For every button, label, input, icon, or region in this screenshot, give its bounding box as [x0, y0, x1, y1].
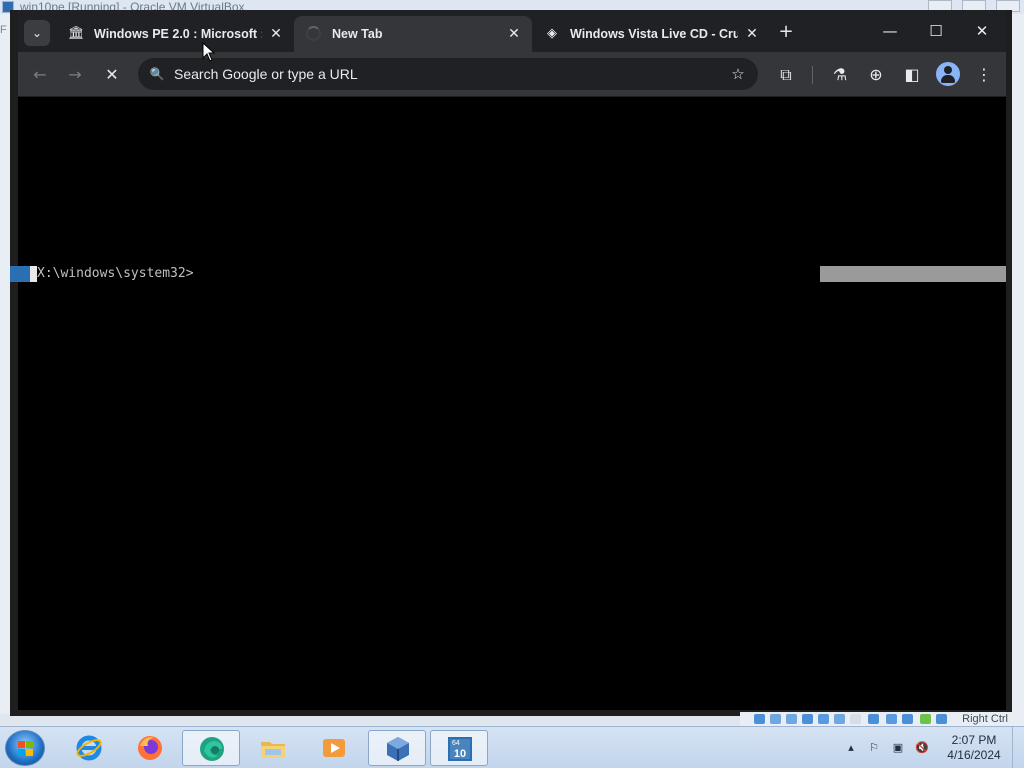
taskbar-win10pe[interactable]: 10 64: [430, 730, 488, 766]
host-menu-fragment: F: [0, 24, 7, 36]
virtualbox-icon: [387, 737, 409, 761]
close-tab-icon[interactable]: ✕: [742, 24, 762, 44]
usb-icon[interactable]: [818, 714, 829, 724]
tab-label: Windows PE 2.0 : Microsoft : Fr: [94, 27, 262, 41]
volume-muted-icon[interactable]: 🔇: [915, 741, 929, 755]
text-cursor: [30, 266, 37, 282]
guest-scroll-overlay: [820, 266, 1006, 282]
forward-button[interactable]: →: [61, 61, 89, 89]
address-bar[interactable]: 🔍 Search Google or type a URL ☆: [138, 58, 758, 90]
host-left-edge: F: [0, 14, 10, 714]
address-bar-placeholder: Search Google or type a URL: [174, 66, 358, 82]
mouse-integration-icon[interactable]: [902, 714, 913, 724]
download-icon: ⊕: [869, 65, 883, 84]
taskbar-file-explorer[interactable]: [244, 730, 302, 766]
toolbar-divider: [812, 66, 813, 84]
profile-avatar[interactable]: [936, 62, 960, 86]
more-vert-icon: ⋮: [976, 65, 992, 84]
menu-button[interactable]: ⋮: [970, 61, 998, 89]
maximize-icon: ☐: [929, 22, 943, 40]
internet-explorer-icon: [76, 735, 102, 761]
show-hidden-icons-icon[interactable]: ▴: [844, 741, 858, 755]
display-icon[interactable]: [850, 714, 861, 724]
archive-icon: 🏛: [68, 26, 85, 41]
close-tab-icon[interactable]: ✕: [266, 24, 286, 44]
media-player-icon: [323, 739, 345, 757]
close-icon: ✕: [975, 22, 989, 40]
loading-spinner-icon: [306, 26, 321, 41]
host-key-label: Right Ctrl: [962, 713, 1008, 725]
recording-icon[interactable]: [868, 714, 879, 724]
arrow-left-icon: ←: [33, 65, 47, 84]
taskbar-media-player[interactable]: [305, 730, 363, 766]
labs-button[interactable]: ⚗: [826, 61, 854, 89]
folder-icon: [261, 742, 285, 758]
plus-icon: +: [778, 21, 794, 42]
clock-date: 4/16/2024: [947, 748, 1001, 762]
puzzle-icon: ⧉: [780, 65, 792, 84]
host-key-icon[interactable]: [920, 714, 931, 724]
taskbar-firefox[interactable]: [121, 730, 179, 766]
svg-text:10: 10: [454, 748, 466, 760]
host-right-edge: [1012, 14, 1024, 714]
chevron-down-icon: ⌄: [31, 26, 43, 40]
taskbar-virtualbox[interactable]: [368, 730, 426, 766]
browser-window: ⌄ 🏛 Windows PE 2.0 : Microsoft : Fr ✕ Ne…: [18, 10, 1006, 710]
edge-icon: [200, 737, 224, 761]
command-prompt-text: X:\windows\system32>: [37, 266, 194, 281]
browser-toolbar: ← → ✕ 🔍 Search Google or type a URL ☆ ⧉ …: [18, 52, 1006, 97]
win10-vm-icon: 10 64: [448, 737, 472, 761]
bookmark-star-icon[interactable]: ☆: [728, 64, 748, 84]
shared-folders-icon[interactable]: [834, 714, 845, 724]
command-prompt-area[interactable]: X:\windows\system32>: [18, 98, 1006, 710]
tab-windows-vista[interactable]: ◈ Windows Vista Live CD - Crusty ✕: [532, 16, 770, 52]
cpu-icon[interactable]: [886, 714, 897, 724]
minimize-icon: —: [882, 22, 898, 40]
tab-search-button[interactable]: ⌄: [24, 20, 50, 46]
flask-icon: ⚗: [832, 65, 848, 84]
back-button[interactable]: ←: [26, 61, 54, 89]
page-icon: ◈: [547, 26, 557, 41]
close-tab-icon[interactable]: ✕: [504, 24, 524, 44]
tab-windows-pe[interactable]: 🏛 Windows PE 2.0 : Microsoft : Fr ✕: [56, 16, 294, 52]
new-tab-button[interactable]: +: [774, 20, 798, 44]
tab-new-tab[interactable]: New Tab ✕: [294, 16, 532, 52]
stop-loading-button[interactable]: ✕: [98, 61, 126, 89]
audio-icon[interactable]: [786, 714, 797, 724]
host-status-bar: Right Ctrl: [740, 712, 1024, 726]
hard-disk-icon[interactable]: [754, 714, 765, 724]
arrow-right-icon: →: [68, 65, 82, 84]
clock[interactable]: 2:07 PM 4/16/2024: [940, 733, 1008, 763]
close-icon: ✕: [105, 65, 119, 84]
extensions-button[interactable]: ⧉: [772, 61, 800, 89]
optical-drive-icon[interactable]: [770, 714, 781, 724]
mouse-pointer-icon: [202, 42, 216, 62]
taskbar-internet-explorer[interactable]: [60, 730, 118, 766]
tab-strip: ⌄ 🏛 Windows PE 2.0 : Microsoft : Fr ✕ Ne…: [18, 10, 1006, 52]
taskbar: 10 64 ▴ ⚐ ▣ 🔇 2:07 PM 4/16/2024: [0, 726, 1024, 768]
downloads-button[interactable]: ⊕: [862, 61, 890, 89]
firefox-icon: [138, 736, 162, 760]
side-panel-button[interactable]: ◧: [898, 61, 926, 89]
close-window-button[interactable]: ✕: [960, 16, 1004, 46]
search-icon: 🔍: [149, 67, 165, 81]
start-button[interactable]: [5, 730, 45, 766]
show-desktop-button[interactable]: [1012, 727, 1024, 768]
maximize-button[interactable]: ☐: [914, 16, 958, 46]
action-center-flag-icon[interactable]: ⚐: [867, 741, 881, 755]
minimize-button[interactable]: —: [868, 16, 912, 46]
network-icon[interactable]: [802, 714, 813, 724]
windows-logo-icon: [18, 741, 34, 757]
svg-text:64: 64: [452, 740, 460, 747]
keyboard-icon[interactable]: [936, 714, 947, 724]
side-panel-icon: ◧: [904, 65, 920, 84]
taskbar-edge[interactable]: [182, 730, 240, 766]
clock-time: 2:07 PM: [951, 733, 997, 747]
network-tray-icon[interactable]: ▣: [891, 741, 905, 755]
guest-left-highlight: [10, 266, 30, 282]
tab-label: Windows Vista Live CD - Crusty: [570, 27, 738, 41]
tab-label: New Tab: [332, 27, 383, 41]
